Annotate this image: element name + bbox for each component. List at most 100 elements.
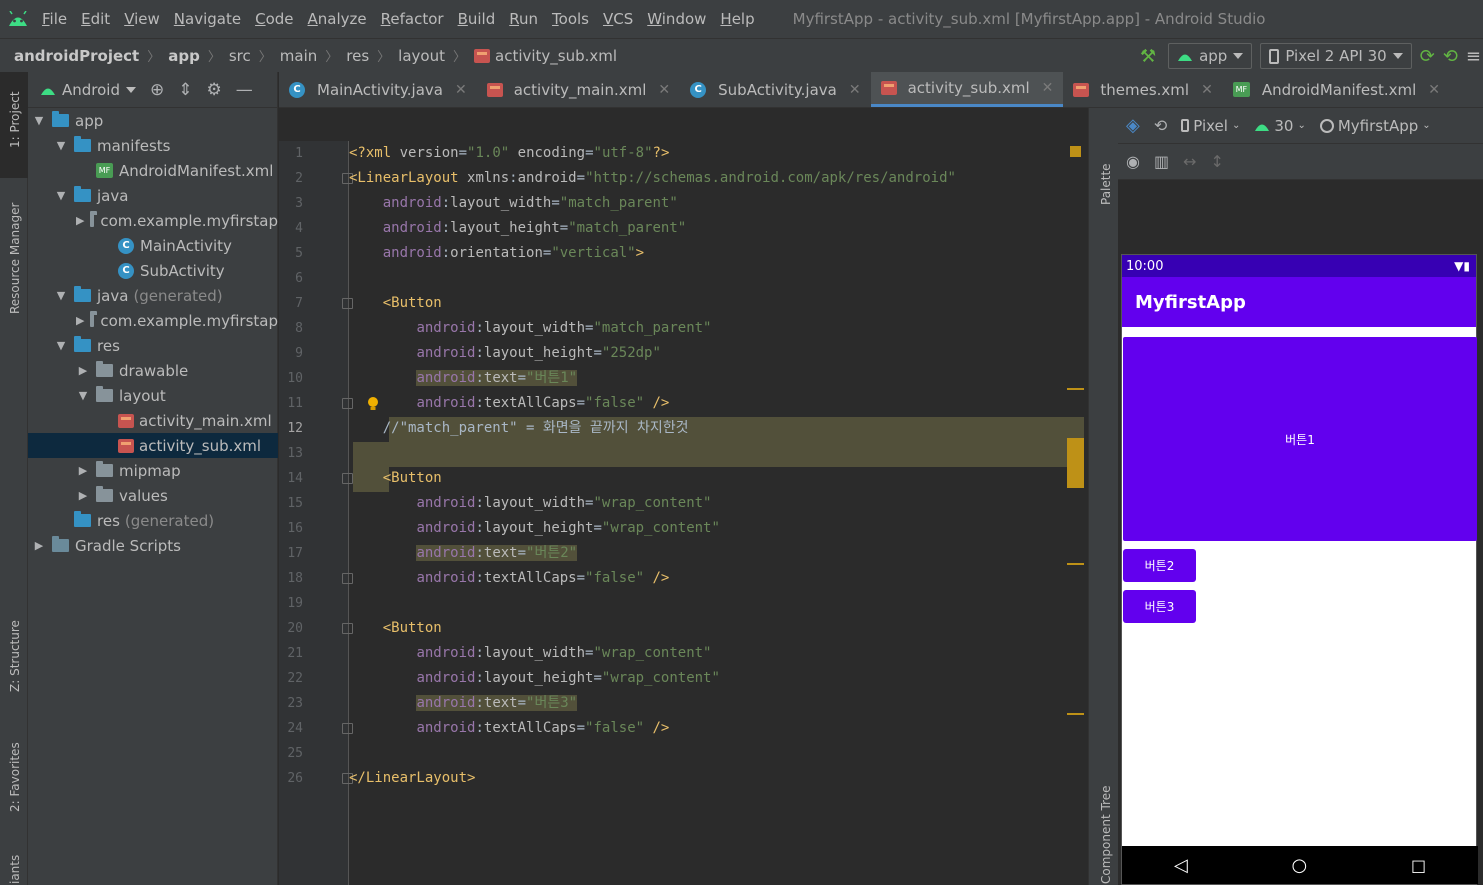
menu-file[interactable]: File: [36, 10, 75, 28]
apply-code-changes-icon[interactable]: ⟲: [1443, 46, 1458, 67]
expand-arrow-icon[interactable]: ▼: [54, 339, 68, 352]
code-line[interactable]: android:layout_height="252dp": [349, 341, 660, 366]
editor-tab[interactable]: themes.xml ✕: [1063, 72, 1222, 107]
breadcrumb-res[interactable]: res: [346, 47, 369, 65]
menu-vcs[interactable]: VCS: [597, 10, 641, 28]
code-line[interactable]: </LinearLayout>: [349, 766, 475, 791]
editor-tab[interactable]: activity_main.xml ✕: [477, 72, 680, 107]
close-icon[interactable]: ✕: [1042, 80, 1054, 96]
hide-icon[interactable]: —: [236, 80, 253, 100]
collapse-arrow-icon[interactable]: ▶: [76, 364, 90, 377]
tree-item[interactable]: MF AndroidManifest.xml: [28, 158, 278, 183]
collapse-arrow-icon[interactable]: ▶: [76, 489, 90, 502]
code-line[interactable]: android:layout_height="match_parent": [349, 216, 686, 241]
expand-arrow-icon[interactable]: ▼: [54, 189, 68, 202]
menu-refactor[interactable]: Refactor: [375, 10, 452, 28]
tree-item[interactable]: res (generated): [28, 508, 278, 533]
tree-item[interactable]: ▶ com.example.myfirstap: [28, 208, 278, 233]
code-line[interactable]: android:textAllCaps="false" />: [349, 566, 669, 591]
tab-project-tool[interactable]: 1: Project: [0, 72, 28, 178]
code-line[interactable]: android:layout_width="match_parent": [349, 191, 678, 216]
code-line[interactable]: android:layout_width="wrap_content": [349, 491, 711, 516]
tree-item[interactable]: activity_main.xml: [28, 408, 278, 433]
tab-resource-manager[interactable]: Resource Manager: [0, 192, 28, 342]
menu-run[interactable]: Run: [503, 10, 546, 28]
close-icon[interactable]: ✕: [658, 82, 670, 98]
editor-tab[interactable]: activity_sub.xml ✕: [870, 72, 1064, 107]
menu-window[interactable]: Window: [641, 10, 714, 28]
lightbulb-icon[interactable]: [367, 397, 379, 411]
code-line[interactable]: android:text="버튼3": [349, 691, 578, 716]
code-line[interactable]: android:layout_height="wrap_content": [349, 516, 719, 541]
theme-select[interactable]: MyfirstApp ⌄: [1319, 117, 1431, 135]
code-line[interactable]: android:orientation="vertical">: [349, 241, 644, 266]
menu-code[interactable]: Code: [249, 10, 301, 28]
preview-button-1[interactable]: 버튼1: [1123, 337, 1477, 541]
menu-tools[interactable]: Tools: [546, 10, 597, 28]
tree-item[interactable]: ▼ res: [28, 333, 278, 358]
collapse-arrow-icon[interactable]: ▶: [32, 539, 46, 552]
breadcrumb-project[interactable]: androidProject: [14, 47, 139, 65]
run-config-select[interactable]: app: [1168, 43, 1253, 69]
collapse-arrow-icon[interactable]: ▶: [76, 464, 90, 477]
tree-item[interactable]: C SubActivity: [28, 258, 278, 283]
code-editor[interactable]: 1 2 3 4 5 6 7 8 9 10 11 12 13 14 15 16 17 18 19 20 21 22 23 24 2…: [279, 108, 1085, 885]
layers-icon[interactable]: ◈: [1126, 115, 1140, 136]
scrollbar-thumb[interactable]: [1067, 438, 1084, 488]
code-line[interactable]: android:text="버튼1": [349, 366, 578, 391]
tree-item[interactable]: C MainActivity: [28, 233, 278, 258]
code-line[interactable]: <?xml version="1.0" encoding="utf-8"?>: [349, 141, 669, 166]
api-select[interactable]: 30 ⌄: [1254, 117, 1306, 135]
warning-indicator-icon[interactable]: [1070, 146, 1081, 157]
close-icon[interactable]: ✕: [1428, 82, 1440, 98]
breadcrumb-module[interactable]: app: [168, 47, 200, 65]
orientation-icon[interactable]: ⟲: [1154, 116, 1167, 135]
tab-build-variants[interactable]: iants: [0, 842, 28, 885]
close-icon[interactable]: ✕: [455, 82, 467, 98]
tree-item[interactable]: ▼ layout: [28, 383, 278, 408]
menu-build[interactable]: Build: [452, 10, 504, 28]
tab-palette[interactable]: Palette: [1089, 153, 1119, 233]
tree-item[interactable]: ▼ java: [28, 183, 278, 208]
home-icon[interactable]: ○: [1291, 855, 1307, 876]
apply-changes-icon[interactable]: ⟳: [1420, 46, 1435, 67]
breadcrumb-main[interactable]: main: [280, 47, 317, 65]
tab-structure[interactable]: Z: Structure: [0, 602, 28, 702]
preview-button-3[interactable]: 버튼3: [1123, 590, 1196, 623]
code-line[interactable]: //"match_parent" = 화면을 끝까지 차지한것: [349, 416, 689, 441]
tree-item[interactable]: ▼ java (generated): [28, 283, 278, 308]
eye-icon[interactable]: ◉: [1126, 152, 1140, 171]
code-line[interactable]: <Button: [349, 466, 442, 491]
breadcrumb-src[interactable]: src: [229, 47, 251, 65]
menu-navigate[interactable]: Navigate: [168, 10, 249, 28]
code-line[interactable]: android:text="버튼2": [349, 541, 578, 566]
tree-item[interactable]: ▼ app: [28, 108, 278, 133]
tree-item[interactable]: ▼ manifests: [28, 133, 278, 158]
locate-icon[interactable]: ⊕: [150, 80, 164, 100]
code-line[interactable]: android:layout_width="wrap_content": [349, 641, 711, 666]
editor-tab[interactable]: C MainActivity.java ✕: [279, 72, 477, 107]
menu-edit[interactable]: Edit: [75, 10, 118, 28]
back-icon[interactable]: ◁: [1174, 855, 1188, 876]
menu-analyze[interactable]: Analyze: [302, 10, 375, 28]
breadcrumb-layout[interactable]: layout: [398, 47, 445, 65]
recents-icon[interactable]: □: [1411, 856, 1426, 875]
expand-arrow-icon[interactable]: ▼: [32, 114, 46, 127]
tree-item[interactable]: activity_sub.xml: [28, 433, 278, 458]
blueprint-icon[interactable]: ▥: [1154, 152, 1169, 171]
code-line[interactable]: android:layout_height="wrap_content": [349, 666, 719, 691]
horizontal-resize-icon[interactable]: ↔: [1183, 152, 1196, 171]
tree-item[interactable]: ▶ Gradle Scripts: [28, 533, 278, 558]
menu-help[interactable]: Help: [714, 10, 762, 28]
collapse-arrow-icon[interactable]: ▶: [76, 214, 84, 227]
device-select[interactable]: Pixel ⌄: [1181, 117, 1240, 135]
tab-component-tree[interactable]: Component Tree: [1089, 786, 1119, 885]
tree-item[interactable]: ▶ mipmap: [28, 458, 278, 483]
hammer-icon[interactable]: ⚒: [1136, 46, 1160, 67]
expand-arrow-icon[interactable]: ▼: [54, 139, 68, 152]
code-line[interactable]: android:textAllCaps="false" />: [349, 391, 669, 416]
project-view-select[interactable]: Android: [40, 81, 136, 99]
code-lines[interactable]: <?xml version="1.0" encoding="utf-8"?> <L…: [349, 141, 1069, 885]
editor-tab[interactable]: MF AndroidManifest.xml ✕: [1223, 72, 1450, 107]
vertical-resize-icon[interactable]: ↕: [1211, 152, 1224, 171]
